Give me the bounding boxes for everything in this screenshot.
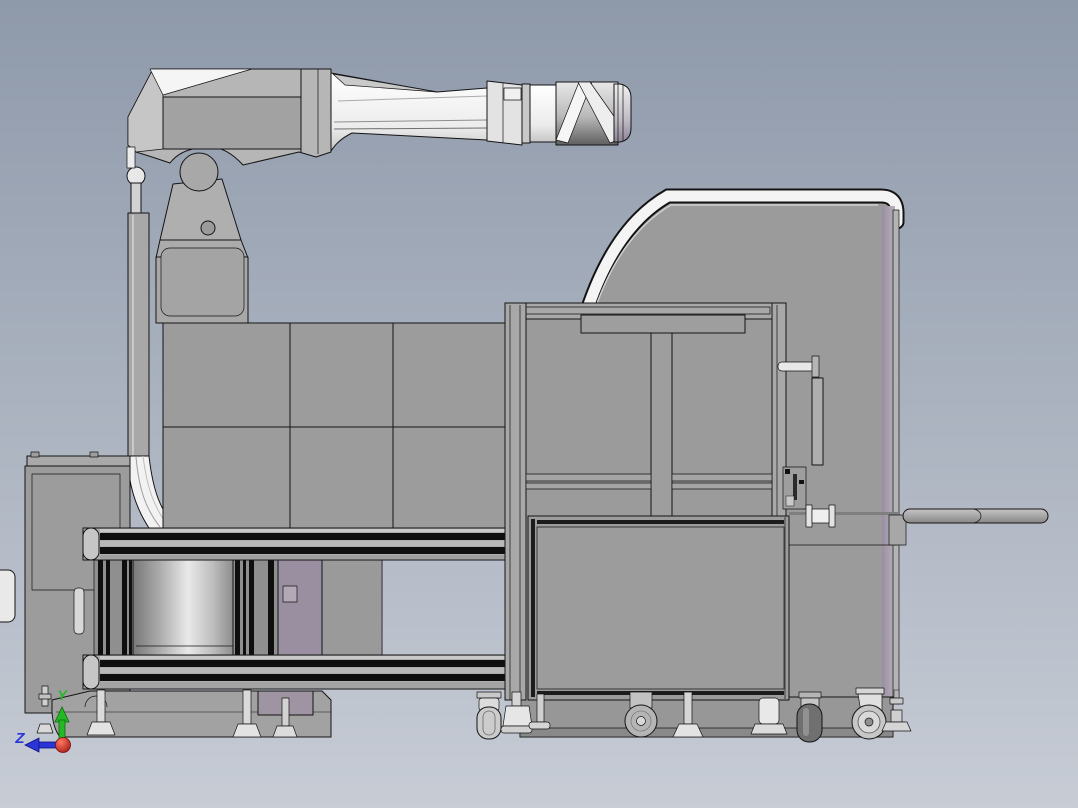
door-top-groove	[537, 520, 784, 524]
machine-behind	[319, 557, 383, 656]
gas-spring-cylinder[interactable]	[127, 212, 150, 459]
cabinet-lip	[26, 455, 131, 467]
shoulder-tab	[126, 146, 136, 169]
machine-base	[519, 696, 894, 738]
caster-fence-post	[476, 691, 502, 740]
fence-left-post	[504, 302, 527, 701]
collar-step	[503, 87, 522, 101]
door-left-groove	[531, 519, 535, 697]
origin-ball	[55, 737, 71, 753]
handle-rod[interactable]	[777, 361, 818, 372]
rotary-drum[interactable]	[132, 557, 234, 656]
purple-panel-notch	[282, 585, 298, 603]
push-rod[interactable]	[902, 508, 1049, 524]
conveyor-bottom-rail	[82, 654, 524, 690]
cad-viewport[interactable]: Y Z	[0, 0, 1078, 808]
panel-wall[interactable]	[162, 322, 506, 531]
z-axis-label: Z	[14, 730, 25, 747]
enclosure-divider	[789, 512, 899, 515]
shoulder-panel	[162, 96, 302, 150]
bracket-hole	[200, 220, 216, 236]
gas-spring-rod	[130, 182, 142, 215]
latch-mechanism	[782, 466, 807, 510]
conveyor-end-cap	[0, 569, 16, 623]
handle-tab	[811, 355, 820, 378]
door-bottom-groove	[537, 691, 784, 695]
wrist-cylinder	[529, 84, 559, 143]
wrist-cap	[613, 83, 632, 143]
door-handle-bar[interactable]	[811, 377, 824, 466]
column-panel	[160, 247, 245, 317]
fence-header-bar	[580, 314, 746, 334]
wrist-ring	[521, 83, 531, 144]
conveyor-top-rail	[82, 527, 524, 561]
shoulder-joint	[179, 152, 219, 192]
fence-door-panel[interactable]	[527, 515, 790, 701]
spring-ball-joint	[126, 166, 146, 186]
purple-panel	[277, 557, 323, 656]
enclosure-right-face	[892, 209, 900, 698]
caster-mid	[624, 691, 658, 738]
caster-dark	[796, 691, 823, 743]
left-roller	[73, 587, 85, 635]
